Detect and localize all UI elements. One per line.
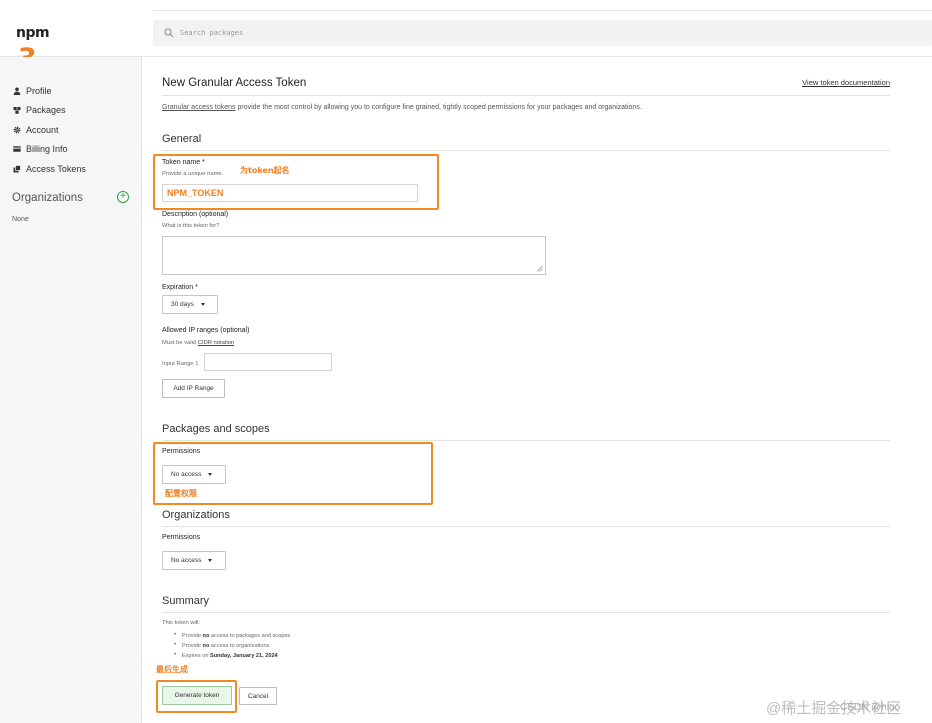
key-icon: [12, 164, 21, 173]
summary-item: Expires on Sunday, January 21, 2024: [162, 652, 290, 663]
section-packages-title: Packages and scopes: [162, 423, 270, 435]
annotation-box-generate: [156, 680, 237, 713]
granular-tokens-link[interactable]: Granular access tokens: [162, 104, 236, 111]
organizations-permissions-value: No access: [171, 557, 202, 564]
sidebar: Profile Packages Account Billing Info Ac…: [0, 57, 142, 723]
sidebar-nav: Profile Packages Account Billing Info Ac…: [12, 81, 86, 179]
annotation-token-name-note: 为token起名: [240, 166, 290, 175]
sidebar-organizations-title: Organizations: [12, 192, 83, 204]
ip-ranges-label: Allowed IP ranges (optional): [162, 327, 250, 334]
organizations-empty-text: None: [12, 216, 29, 223]
sidebar-item-label: Profile: [26, 85, 52, 96]
add-organization-button[interactable]: +: [117, 191, 129, 203]
organizations-permissions-label: Permissions: [162, 534, 201, 541]
intro-text: Granular access tokens provide the most …: [162, 104, 642, 111]
summary-item: Provide no access to organizations: [162, 642, 290, 653]
expiration-value: 30 days: [171, 301, 194, 308]
expiration-label: Expiration *: [162, 284, 198, 291]
annotation-generate-note: 最后生成: [156, 665, 188, 674]
resize-grip-icon[interactable]: [536, 265, 543, 272]
search-icon: [164, 28, 174, 38]
user-icon: [12, 86, 21, 95]
plus-icon: +: [120, 191, 126, 202]
npm-logo[interactable]: npm: [16, 25, 50, 41]
caret-down-icon: [208, 559, 213, 562]
sidebar-item-access-tokens[interactable]: Access Tokens: [12, 159, 86, 179]
input-range-label: Input Range 1: [162, 361, 199, 367]
annotation-box-token-name: [153, 154, 439, 210]
sidebar-item-label: Access Tokens: [26, 163, 86, 174]
ip-ranges-help: Must be valid CIDR notation: [162, 340, 234, 346]
gear-icon: [12, 125, 21, 134]
description-label: Description (optional): [162, 211, 229, 218]
sidebar-item-billing-info[interactable]: Billing Info: [12, 140, 86, 160]
cidr-notation-link[interactable]: CIDR notation: [198, 340, 234, 346]
expiration-select[interactable]: 30 days: [162, 295, 218, 314]
description-help: What is this token for?: [162, 223, 220, 229]
packages-icon: [12, 106, 21, 115]
sidebar-item-label: Account: [26, 124, 59, 135]
sidebar-item-label: Billing Info: [26, 144, 68, 155]
billing-icon: [12, 145, 21, 154]
caret-down-icon: [200, 303, 205, 306]
sidebar-item-label: Packages: [26, 105, 66, 116]
general-divider: [162, 150, 890, 151]
organizations-permissions-select[interactable]: No access: [162, 551, 226, 570]
packages-divider: [162, 440, 890, 441]
summary-intro: This token will:: [162, 620, 201, 626]
annotation-permissions-note: 配置权限: [165, 489, 197, 498]
section-organizations-title: Organizations: [162, 509, 230, 521]
section-summary-title: Summary: [162, 595, 210, 607]
search-input[interactable]: [180, 29, 780, 37]
search-bar[interactable]: [153, 20, 932, 46]
section-general-title: General: [162, 133, 202, 145]
intro-rest: provide the most control by allowing you…: [235, 104, 642, 111]
summary-divider: [162, 612, 890, 613]
sidebar-item-packages[interactable]: Packages: [12, 101, 86, 121]
view-token-documentation-link[interactable]: View token documentation: [802, 78, 890, 87]
watermark-small: CSDN @hiuo: [840, 702, 901, 713]
ip-help-prefix: Must be valid: [162, 340, 198, 346]
description-textarea[interactable]: [162, 236, 546, 275]
title-divider: [162, 95, 890, 96]
logo-text: npm: [16, 25, 50, 41]
sidebar-item-profile[interactable]: Profile: [12, 81, 86, 101]
top-divider: [153, 10, 932, 11]
summary-item: Provide no access to packages and scopes: [162, 632, 290, 643]
sidebar-item-account[interactable]: Account: [12, 120, 86, 140]
organizations-divider: [162, 526, 890, 527]
ip-range-input[interactable]: [204, 353, 332, 371]
page-title: New Granular Access Token: [162, 77, 307, 89]
cancel-button[interactable]: Cancel: [239, 687, 277, 705]
add-ip-range-button[interactable]: Add IP Range: [162, 379, 225, 398]
summary-list: Provide no access to packages and scopes…: [162, 632, 290, 664]
top-bar: npm: [0, 0, 932, 57]
